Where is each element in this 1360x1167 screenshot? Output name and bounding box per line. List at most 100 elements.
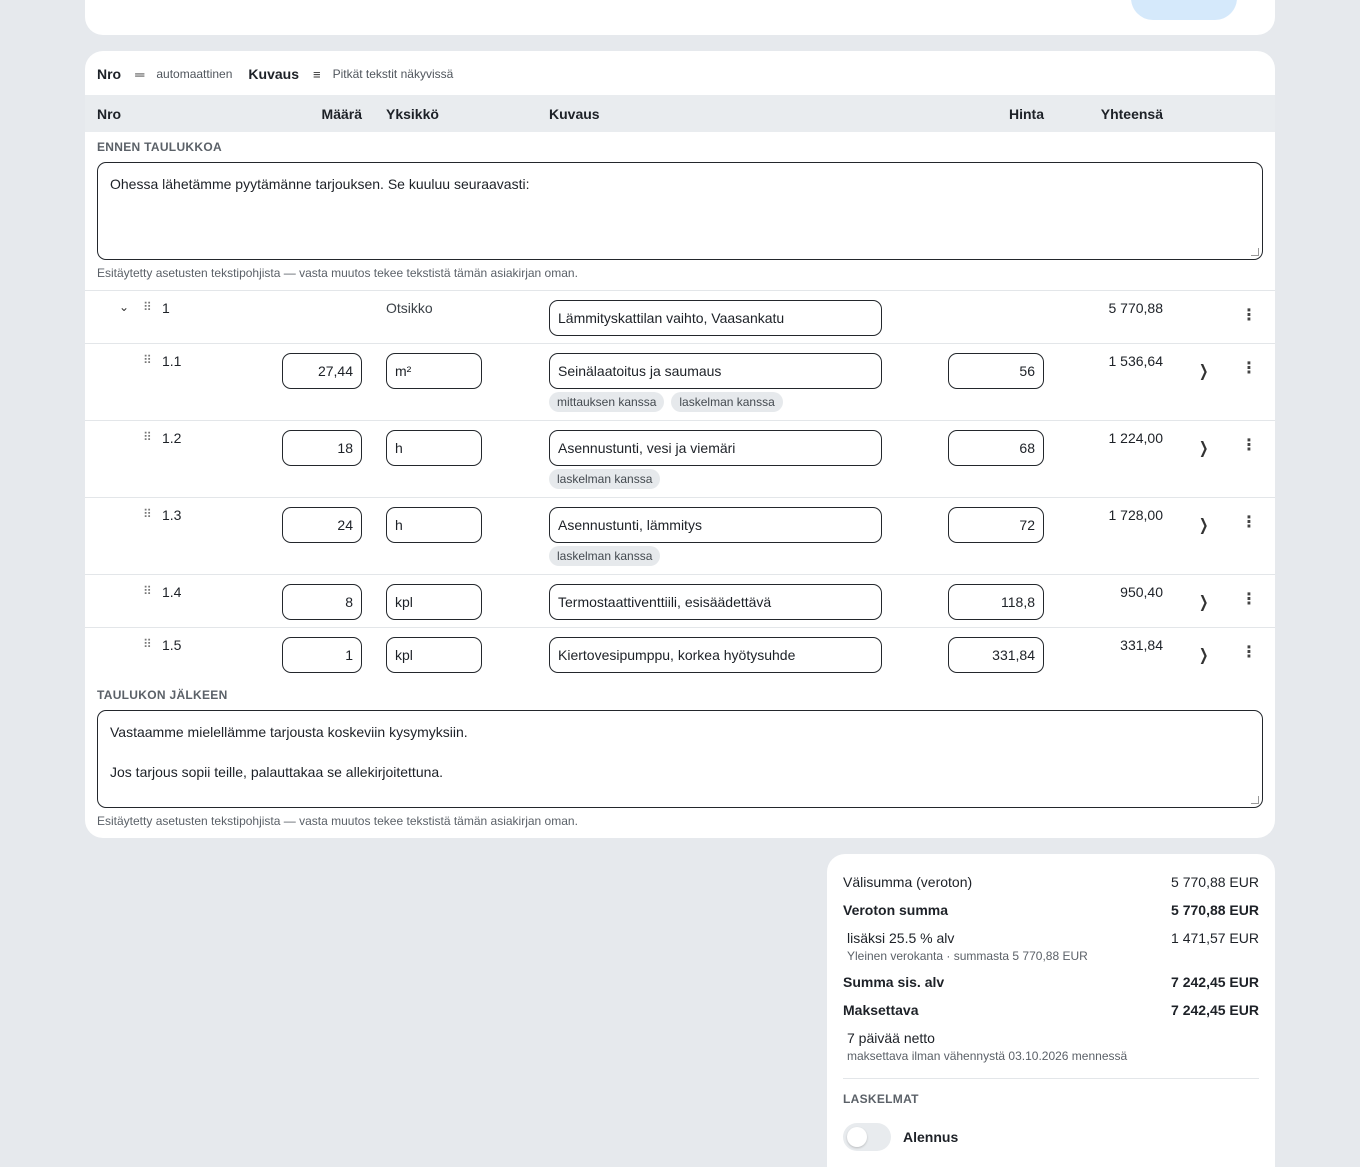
after-table-label: TAULUKON JÄLKEEN [97, 688, 228, 702]
divider [843, 1078, 1259, 1079]
row-nro: 1 [162, 300, 170, 316]
drag-handle-icon[interactable]: ⠿ [143, 431, 152, 443]
drag-handle-icon[interactable]: ⠿ [143, 301, 152, 313]
price-input[interactable]: 72 [948, 507, 1044, 543]
tag-chip[interactable]: laskelman kanssa [549, 469, 661, 489]
chevron-right-icon[interactable]: ❯ [1199, 438, 1208, 458]
payable-label: Maksettava [843, 1002, 919, 1018]
row-kind: Otsikko [386, 300, 433, 316]
chevron-right-icon[interactable]: ❯ [1199, 645, 1208, 665]
row-nro: 1.3 [162, 507, 182, 523]
calculations-label: LASKELMAT [843, 1092, 919, 1106]
description-input[interactable]: Seinälaatoitus ja saumaus [549, 353, 882, 389]
terms-label: 7 päivää netto [847, 1030, 935, 1046]
net-line: Veroton summa 5 770,88 EUR [843, 902, 1259, 918]
quantity-input[interactable]: 27,44 [282, 353, 362, 389]
top-card [85, 0, 1275, 35]
chevron-down-icon[interactable]: ⌄ [119, 300, 129, 314]
description-input[interactable]: Termostaattiventtiili, esisäädettävä [549, 584, 882, 620]
net-label: Veroton summa [843, 902, 949, 918]
payable-value: 7 242,45 EUR [1171, 1002, 1259, 1018]
resize-handle-icon[interactable] [1251, 248, 1259, 256]
row-nro: 1.5 [162, 637, 182, 653]
row-total: 1 728,00 [1108, 507, 1164, 523]
subtotal-value: 5 770,88 EUR [1171, 874, 1259, 890]
before-table-textarea[interactable]: Ohessa lähetämme pyytämänne tarjouksen. … [97, 162, 1263, 260]
vat-label: lisäksi 25.5 % alv [847, 930, 955, 946]
drag-handle-icon[interactable]: ⠿ [143, 638, 152, 650]
price-input[interactable]: 56 [948, 353, 1044, 389]
subtotal-line: Välisumma (veroton) 5 770,88 EUR [843, 874, 1259, 890]
table-header: Nro Määrä Yksikkö Kuvaus Hinta Yhteensä [85, 95, 1275, 132]
row-tags: laskelman kanssa [549, 546, 661, 566]
unit-input[interactable]: kpl [386, 637, 482, 673]
unit-input[interactable]: h [386, 430, 482, 466]
col-hinta: Hinta [1009, 106, 1044, 122]
row-nro: 1.2 [162, 430, 182, 446]
toggle-knob [847, 1127, 867, 1147]
row-tags: mittauksen kanssa laskelman kanssa [549, 392, 783, 412]
price-input[interactable]: 118,8 [948, 584, 1044, 620]
chevron-right-icon[interactable]: ❯ [1199, 361, 1208, 381]
row-total: 950,40 [1120, 584, 1163, 600]
table-row: ⠿ 1.3 24 h Asennustunti, lämmitys 72 1 728,00 ❯… [85, 497, 1275, 574]
menu-icon[interactable]: ≡ [313, 67, 321, 82]
chevron-right-icon[interactable]: ❯ [1199, 592, 1208, 612]
table-row: ⠿ 1.2 18 h Asennustunti, vesi ja viemäri 68 1 … [85, 420, 1275, 497]
equals-icon[interactable]: ═ [135, 67, 144, 82]
chevron-right-icon[interactable]: ❯ [1199, 515, 1208, 535]
more-vertical-icon[interactable]: ⋮ [1241, 436, 1257, 456]
price-input[interactable]: 331,84 [948, 637, 1044, 673]
more-vertical-icon[interactable]: ⋮ [1241, 513, 1257, 533]
col-maara: Määrä [321, 106, 362, 122]
more-vertical-icon[interactable]: ⋮ [1241, 359, 1257, 379]
vat-line: lisäksi 25.5 % alv 1 471,57 EUR [847, 930, 1259, 946]
row-total: 5 770,88 [1108, 300, 1164, 316]
more-vertical-icon[interactable]: ⋮ [1241, 590, 1257, 610]
after-table-text: Vastaamme mielellämme tarjousta koskevii… [110, 724, 468, 780]
quantity-input[interactable]: 18 [282, 430, 362, 466]
tag-chip[interactable]: laskelman kanssa [671, 392, 783, 412]
gross-line: Summa sis. alv 7 242,45 EUR [843, 974, 1259, 990]
description-input[interactable]: Lämmityskattilan vaihto, Vaasankatu [549, 300, 882, 336]
table-options: Nro ═ automaattinen Kuvaus ≡ Pitkät teks… [97, 65, 453, 83]
before-table-text: Ohessa lähetämme pyytämänne tarjouksen. … [110, 176, 530, 192]
after-table-textarea[interactable]: Vastaamme mielellämme tarjousta koskevii… [97, 710, 1263, 808]
net-value: 5 770,88 EUR [1171, 902, 1259, 918]
quantity-input[interactable]: 1 [282, 637, 362, 673]
row-tags: laskelman kanssa [549, 469, 661, 489]
row-nro: 1.4 [162, 584, 182, 600]
kuvaus-option-value[interactable]: Pitkät tekstit näkyvissä [333, 67, 454, 81]
description-input[interactable]: Kiertovesipumppu, korkea hyötysuhde [549, 637, 882, 673]
price-input[interactable]: 68 [948, 430, 1044, 466]
primary-button[interactable] [1131, 0, 1237, 20]
unit-input[interactable]: h [386, 507, 482, 543]
gross-label: Summa sis. alv [843, 974, 945, 990]
table-row: ⠿ 1.1 27,44 m² Seinälaatoitus ja saumaus 56 1 … [85, 343, 1275, 420]
resize-handle-icon[interactable] [1251, 796, 1259, 804]
more-vertical-icon[interactable]: ⋮ [1241, 306, 1257, 326]
drag-handle-icon[interactable]: ⠿ [143, 354, 152, 366]
unit-input[interactable]: m² [386, 353, 482, 389]
terms-subtext: maksettava ilman vähennystä 03.10.2026 m… [847, 1049, 1128, 1063]
tag-chip[interactable]: laskelman kanssa [549, 546, 661, 566]
tag-chip[interactable]: mittauksen kanssa [549, 392, 665, 412]
col-yhteensa: Yhteensä [1100, 106, 1163, 122]
row-total: 1 536,64 [1108, 353, 1164, 369]
kuvaus-option-label: Kuvaus [248, 66, 299, 82]
quantity-input[interactable]: 8 [282, 584, 362, 620]
drag-handle-icon[interactable]: ⠿ [143, 508, 152, 520]
discount-label: Alennus [903, 1129, 959, 1145]
more-vertical-icon[interactable]: ⋮ [1241, 643, 1257, 663]
description-input[interactable]: Asennustunti, vesi ja viemäri [549, 430, 882, 466]
discount-toggle[interactable] [843, 1123, 891, 1151]
col-nro: Nro [97, 106, 122, 122]
drag-handle-icon[interactable]: ⠿ [143, 585, 152, 597]
description-input[interactable]: Asennustunti, lämmitys [549, 507, 882, 543]
col-yksikko: Yksikkö [386, 106, 439, 122]
vat-value: 1 471,57 EUR [1171, 930, 1259, 946]
nro-option-value[interactable]: automaattinen [156, 67, 232, 81]
row-total: 331,84 [1120, 637, 1163, 653]
quantity-input[interactable]: 24 [282, 507, 362, 543]
unit-input[interactable]: kpl [386, 584, 482, 620]
